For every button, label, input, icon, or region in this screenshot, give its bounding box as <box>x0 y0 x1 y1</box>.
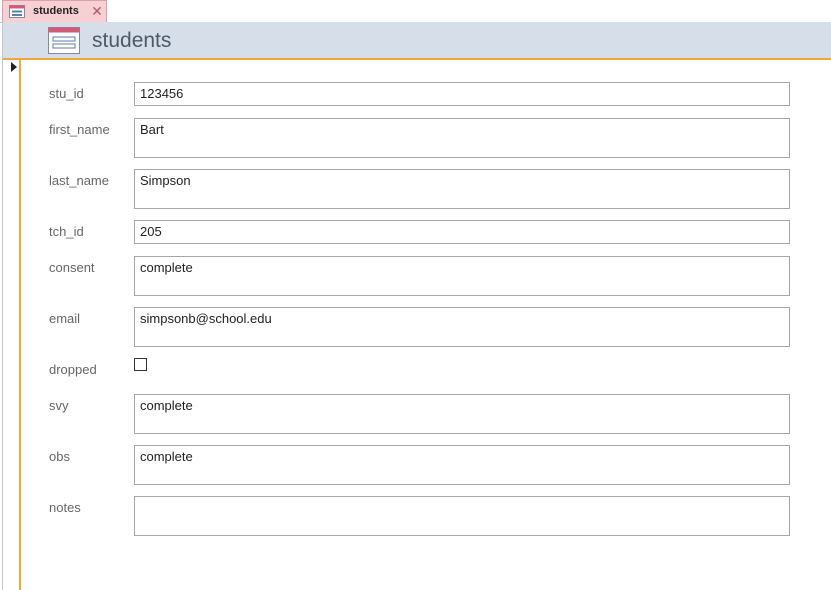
obs-label: obs <box>49 449 70 464</box>
dropped-checkbox[interactable] <box>134 358 147 371</box>
first-name-label: first_name <box>49 122 110 137</box>
first-name-field[interactable]: Bart <box>134 118 790 158</box>
last-name-field[interactable]: Simpson <box>134 169 790 209</box>
close-icon[interactable]: ✕ <box>90 4 104 18</box>
tab-students[interactable]: students ✕ <box>2 0 107 22</box>
consent-field[interactable]: complete <box>134 256 790 296</box>
last-name-label: last_name <box>49 173 109 188</box>
form-header: students <box>3 22 831 60</box>
svy-field[interactable]: complete <box>134 394 790 434</box>
record-selector[interactable] <box>3 60 21 590</box>
dropped-label: dropped <box>49 362 97 377</box>
obs-field[interactable]: complete <box>134 445 790 485</box>
notes-label: notes <box>49 500 81 515</box>
record-selector-arrow-icon <box>11 62 17 72</box>
page-title: students <box>92 29 172 52</box>
tab-label: students <box>33 5 79 17</box>
notes-field[interactable] <box>134 496 790 536</box>
tch-id-label: tch_id <box>49 224 84 239</box>
form-icon <box>9 5 25 18</box>
stu-id-field[interactable]: 123456 <box>134 82 790 106</box>
email-field[interactable]: simpsonb@school.edu <box>134 307 790 347</box>
consent-label: consent <box>49 260 95 275</box>
stu-id-label: stu_id <box>49 86 84 101</box>
svy-label: svy <box>49 398 69 413</box>
tch-id-field[interactable]: 205 <box>134 220 790 244</box>
email-label: email <box>49 311 81 326</box>
form-icon <box>48 27 80 54</box>
document-tab-strip: students ✕ <box>0 0 831 23</box>
